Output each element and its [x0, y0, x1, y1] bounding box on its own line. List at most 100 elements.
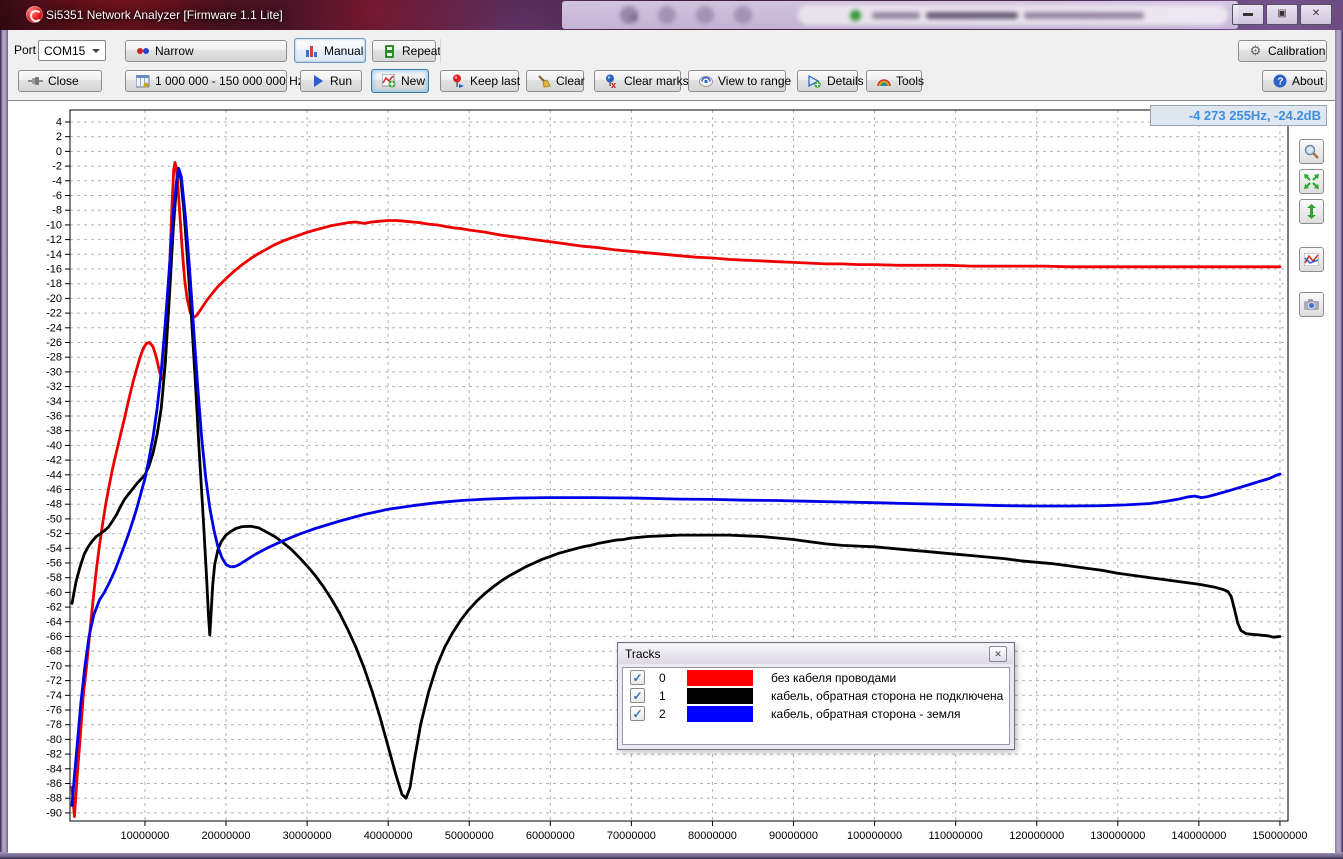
y-tick-label: 0 — [56, 146, 62, 158]
plug-icon — [28, 74, 43, 89]
y-tick-label: -30 — [46, 366, 62, 378]
tracks-list: ✓0без кабеля проводами✓1кабель, обратная… — [622, 667, 1010, 745]
chart-style-button[interactable] — [1299, 247, 1324, 272]
y-tick-label: -58 — [46, 572, 62, 584]
fit-vertical-button[interactable] — [1299, 199, 1324, 224]
minimize-button[interactable]: ▬ — [1232, 4, 1264, 25]
maximize-icon: ▣ — [1277, 9, 1286, 19]
new-button[interactable]: New — [371, 69, 429, 93]
gear-icon: ⚙ — [1248, 44, 1263, 59]
x-tick-label: 40000000 — [364, 830, 413, 842]
client-area: Port COM15 Narrow Manual Repeat ⚙ Calibr… — [8, 30, 1335, 852]
browser-url-path — [1024, 12, 1144, 19]
calibration-button[interactable]: ⚙ Calibration — [1238, 40, 1327, 62]
repeat-button[interactable]: Repeat — [372, 40, 436, 62]
film-strip-icon — [382, 44, 397, 59]
tools-button[interactable]: Tools — [866, 70, 922, 92]
frequency-range-button[interactable]: 1 000 000 - 150 000 000 Hz — [125, 70, 287, 92]
track-color-swatch — [687, 688, 753, 704]
x-tick-label: 140000000 — [1171, 830, 1226, 842]
close-port-button[interactable]: Close — [18, 70, 102, 92]
x-tick-label: 20000000 — [202, 830, 251, 842]
x-tick-label: 80000000 — [688, 830, 737, 842]
rainbow-icon — [876, 74, 891, 89]
window-title: Si5351 Network Analyzer [Firmware 1.1 Li… — [46, 8, 283, 22]
tracks-panel[interactable]: Tracks ✕ ✓0без кабеля проводами✓1кабель,… — [617, 642, 1015, 750]
track-row[interactable]: ✓2кабель, обратная сторона - земля — [623, 705, 1009, 722]
pin-icon — [450, 74, 465, 89]
y-tick-label: -48 — [46, 499, 62, 511]
svg-text:?: ? — [1277, 77, 1283, 88]
y-tick-label: -52 — [46, 528, 62, 540]
tracks-title: Tracks — [625, 647, 661, 661]
y-tick-label: -24 — [46, 322, 62, 334]
track-index: 0 — [659, 671, 679, 685]
x-tick-label: 10000000 — [120, 830, 169, 842]
x-tick-label: 90000000 — [769, 830, 818, 842]
track-checkbox[interactable]: ✓ — [630, 688, 645, 703]
keep-last-button[interactable]: Keep last — [440, 70, 519, 92]
port-label: Port — [14, 43, 36, 57]
port-select[interactable]: COM15 — [38, 40, 106, 61]
window-border-bottom — [0, 852, 1343, 859]
y-tick-label: -62 — [46, 602, 62, 614]
clear-marks-button[interactable]: x Clear marks — [594, 70, 681, 92]
narrow-button[interactable]: Narrow — [125, 40, 287, 62]
y-tick-label: -38 — [46, 425, 62, 437]
y-tick-label: -80 — [46, 734, 62, 746]
app-icon — [26, 6, 43, 23]
track-checkbox[interactable]: ✓ — [630, 670, 645, 685]
y-tick-label: -32 — [46, 381, 62, 393]
new-chart-icon — [381, 74, 396, 89]
clear-button[interactable]: Clear — [526, 70, 584, 92]
tracks-titlebar[interactable]: Tracks ✕ — [619, 644, 1013, 664]
y-tick-label: -74 — [46, 690, 62, 702]
browser-url-text — [872, 12, 920, 19]
fit-view-button[interactable] — [1299, 169, 1324, 194]
y-tick-label: -26 — [46, 337, 62, 349]
y-tick-label: -28 — [46, 352, 62, 364]
close-window-button[interactable]: ✕ — [1300, 4, 1332, 25]
run-button[interactable]: Run — [300, 70, 362, 92]
close-icon: ✕ — [1312, 9, 1320, 19]
about-button[interactable]: ? About — [1262, 70, 1327, 92]
y-tick-label: -44 — [46, 469, 62, 481]
chart-panel[interactable]: 420-2-4-6-8-10-12-14-16-18-20-22-24-26-2… — [8, 100, 1335, 853]
track-label: кабель, обратная сторона не подключена — [771, 689, 1003, 703]
y-tick-label: -14 — [46, 249, 62, 261]
details-icon — [807, 74, 822, 89]
window-controls: ▬ ▣ ✕ — [1232, 4, 1332, 25]
x-tick-label: 130000000 — [1090, 830, 1145, 842]
y-tick-label: -70 — [46, 660, 62, 672]
track-row[interactable]: ✓0без кабеля проводами — [623, 669, 1009, 686]
svg-text:x: x — [611, 80, 616, 88]
y-tick-label: -72 — [46, 675, 62, 687]
browser-refresh-button — [696, 6, 714, 24]
browser-shield-icon — [734, 6, 752, 24]
x-tick-label: 70000000 — [607, 830, 656, 842]
y-tick-label: -90 — [46, 807, 62, 819]
y-tick-label: -88 — [46, 793, 62, 805]
y-tick-label: -36 — [46, 411, 62, 423]
manual-button[interactable]: Manual — [294, 38, 366, 63]
zoom-button[interactable] — [1299, 139, 1324, 164]
question-icon: ? — [1272, 74, 1287, 89]
y-tick-label: -54 — [46, 543, 62, 555]
view-to-range-button[interactable]: View to range — [688, 70, 786, 92]
screenshot-button[interactable] — [1299, 292, 1324, 317]
pin-x-icon: x — [604, 74, 619, 89]
x-tick-label: 150000000 — [1252, 830, 1307, 842]
y-tick-label: -20 — [46, 293, 62, 305]
details-button[interactable]: Details — [797, 70, 858, 92]
track-index: 1 — [659, 689, 679, 703]
tracks-close-button[interactable]: ✕ — [989, 646, 1007, 662]
y-tick-label: -4 — [52, 175, 62, 187]
maximize-button[interactable]: ▣ — [1266, 4, 1298, 25]
y-tick-label: -22 — [46, 308, 62, 320]
browser-forward-button — [658, 6, 676, 24]
x-tick-label: 100000000 — [847, 830, 902, 842]
track-checkbox[interactable]: ✓ — [630, 706, 645, 721]
y-tick-label: -40 — [46, 440, 62, 452]
track-row[interactable]: ✓ 1 кабель, обратная сторона не подключена — [623, 687, 1009, 704]
y-tick-label: -66 — [46, 631, 62, 643]
